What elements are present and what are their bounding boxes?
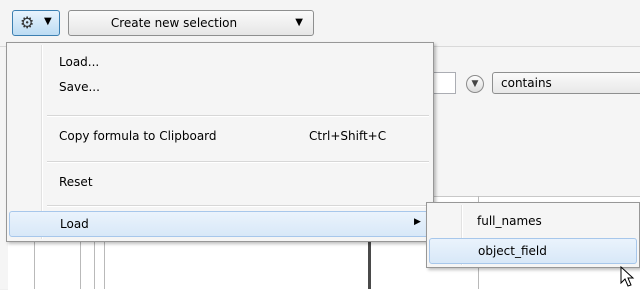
operator-toggle-button[interactable]: ▼ (466, 75, 484, 93)
menu-item-label: Load... (59, 55, 100, 69)
submenu-item-full-names[interactable]: full_names (429, 209, 637, 235)
chevron-down-icon: ▼ (471, 79, 479, 89)
submenu-arrow-icon: ▶ (414, 217, 421, 227)
settings-menu-button[interactable]: ⚙ ▼ (12, 10, 60, 36)
create-selection-dropdown[interactable]: Create new selection ▼ (68, 10, 314, 36)
load-submenu: full_names object_field (426, 202, 640, 268)
menu-item-label: Save... (59, 80, 100, 94)
menu-separator (47, 115, 429, 117)
menu-item-load-submenu[interactable]: Load ▶ (9, 211, 431, 237)
operator-select-value: contains (501, 76, 552, 90)
menu-item-save[interactable]: Save... (9, 76, 431, 100)
menu-item-label: Reset (59, 175, 93, 189)
chevron-down-icon: ▼ (295, 17, 303, 28)
gear-icon: ⚙ (20, 13, 35, 32)
create-selection-label: Create new selection (110, 16, 238, 30)
settings-context-menu: Load... Save... Copy formula to Clipboar… (6, 42, 434, 242)
menu-separator (47, 205, 429, 207)
menu-item-reset[interactable]: Reset (9, 171, 431, 195)
menu-item-label: Load (60, 217, 89, 231)
toolbar: ⚙ ▼ Create new selection ▼ (0, 0, 640, 47)
submenu-item-object-field[interactable]: object_field (429, 238, 637, 264)
chevron-down-icon: ▼ (44, 16, 52, 27)
operator-select[interactable]: contains (492, 72, 640, 94)
mouse-cursor-icon (620, 266, 635, 287)
menu-item-shortcut: Ctrl+Shift+C (309, 129, 387, 143)
menu-item-copy-formula[interactable]: Copy formula to Clipboard Ctrl+Shift+C (9, 125, 431, 149)
menu-item-load-file[interactable]: Load... (9, 51, 431, 75)
menu-item-label: Copy formula to Clipboard (59, 129, 217, 143)
submenu-item-label: full_names (477, 214, 542, 228)
menu-separator (47, 161, 429, 163)
submenu-item-label: object_field (478, 244, 547, 258)
